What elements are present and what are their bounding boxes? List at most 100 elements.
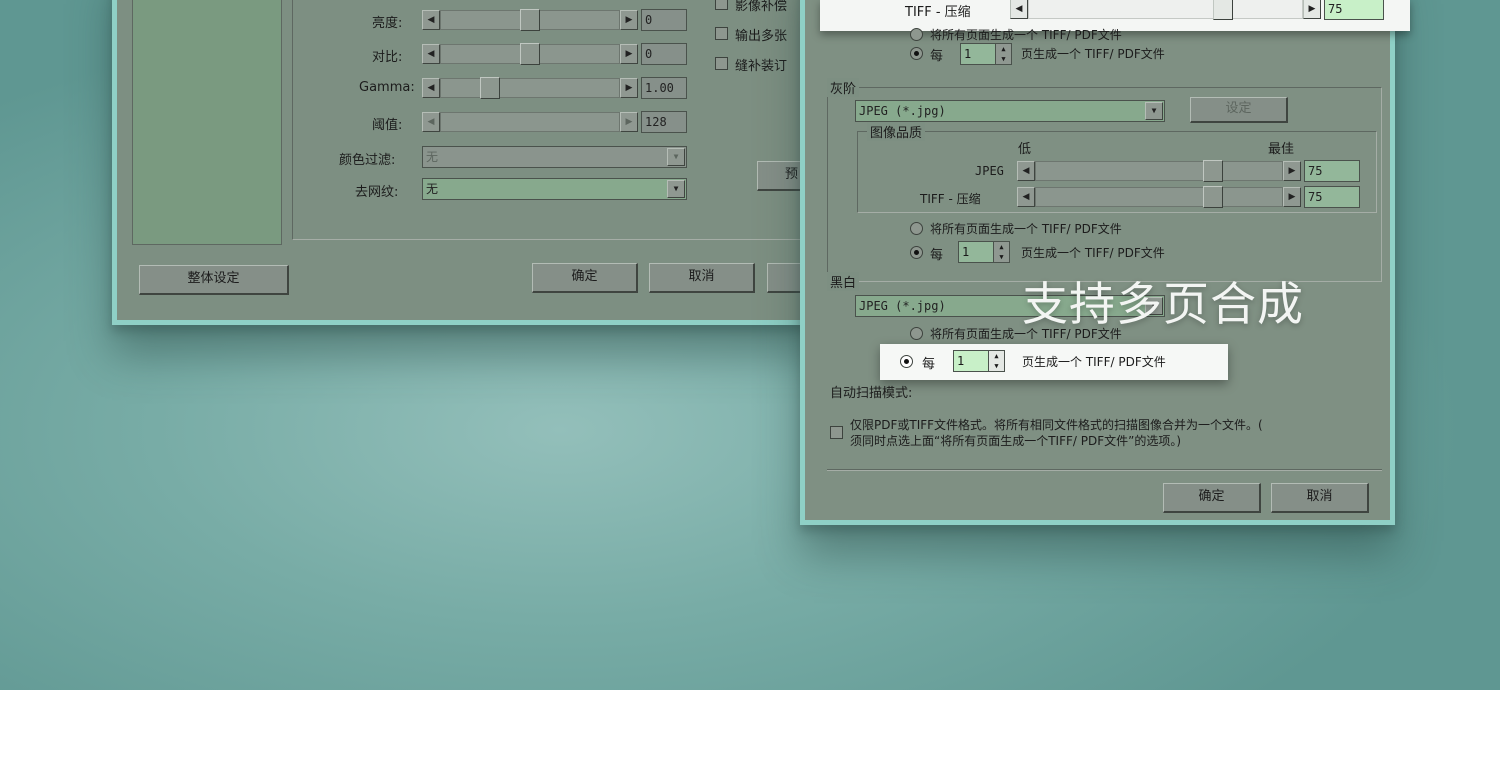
- descreen-select[interactable]: 无 ▼: [422, 178, 687, 200]
- gamma-right-arrow[interactable]: ▶: [620, 78, 638, 98]
- quality-best-label: 最佳: [1268, 142, 1295, 157]
- top-each-value: 1: [964, 47, 972, 61]
- top-radio-each-prefix: 每: [930, 49, 944, 64]
- gray-each-value: 1: [962, 245, 970, 259]
- color-filter-select[interactable]: 无 ▼: [422, 146, 687, 168]
- descreen-value: 无: [426, 182, 439, 196]
- chevron-down-icon: ▼: [667, 180, 685, 198]
- gray-jpeg-label: JPEG: [975, 164, 1004, 178]
- gray-radio-all[interactable]: [910, 222, 923, 235]
- top-tiff-value[interactable]: 75: [1324, 0, 1384, 20]
- top-radio-each-suffix: 页生成一个 TIFF/ PDF文件: [1021, 47, 1165, 61]
- gray-radio-each-prefix: 每: [930, 248, 944, 263]
- threshold-label: 阈值:: [372, 118, 403, 133]
- brightness-right-arrow[interactable]: ▶: [620, 10, 638, 30]
- contrast-label: 对比:: [372, 50, 403, 65]
- divider: [827, 469, 1382, 471]
- top-radio-all-label: 将所有页面生成一个 TIFF/ PDF文件: [930, 28, 1122, 42]
- gray-radio-each[interactable]: [910, 246, 923, 259]
- brightness-left-arrow[interactable]: ◀: [422, 10, 440, 30]
- overall-settings-button[interactable]: 整体设定: [139, 265, 289, 295]
- gray-format-value: JPEG (*.jpg): [859, 104, 946, 118]
- spinner-arrows-icon: ▲ ▼: [993, 242, 1009, 262]
- top-tiff-track[interactable]: [1028, 0, 1303, 19]
- top-tiff-right-arrow[interactable]: ▶: [1303, 0, 1321, 19]
- gray-tiff-label: TIFF - 压缩: [920, 192, 981, 206]
- contrast-right-arrow[interactable]: ▶: [620, 44, 638, 64]
- feature-caption: 支持多页合成: [1022, 277, 1304, 331]
- spinner-arrows-icon: ▲ ▼: [995, 44, 1011, 64]
- contrast-left-arrow[interactable]: ◀: [422, 44, 440, 64]
- gray-radio-each-suffix: 页生成一个 TIFF/ PDF文件: [1021, 246, 1165, 260]
- gamma-left-arrow[interactable]: ◀: [422, 78, 440, 98]
- brightness-value[interactable]: 0: [641, 9, 687, 31]
- top-radio-all[interactable]: [910, 28, 923, 41]
- ok-button[interactable]: 确定: [1163, 483, 1261, 513]
- chevron-down-icon: ▼: [667, 148, 685, 166]
- gray-jpeg-right-arrow[interactable]: ▶: [1283, 161, 1301, 181]
- threshold-track[interactable]: [440, 112, 620, 132]
- bw-format-value: JPEG (*.jpg): [859, 299, 946, 313]
- ok-button[interactable]: 确定: [532, 263, 638, 293]
- top-radio-each[interactable]: [910, 47, 923, 60]
- bottom-white-band: [0, 690, 1500, 784]
- contrast-thumb[interactable]: [520, 43, 540, 65]
- gray-format-select[interactable]: JPEG (*.jpg) ▼: [855, 100, 1165, 122]
- top-tiff-label: TIFF - 压缩: [905, 5, 971, 20]
- gamma-value[interactable]: 1.00: [641, 77, 687, 99]
- quality-title: 图像品质: [867, 122, 926, 141]
- bw-each-value: 1: [957, 354, 965, 368]
- brightness-label: 亮度:: [372, 16, 403, 31]
- image-settings-dialog: 亮度: ◀ ▶ 0 对比: ◀ ▶ 0 Gamma: ◀ ▶ 1.00 阈值: …: [112, 0, 832, 325]
- file-format-dialog: TIFF - 压缩 ◀ ▶ 75 将所有页面生成一个 TIFF/ PDF文件 每…: [800, 0, 1410, 525]
- auto-mode-label: 自动扫描模式:: [830, 386, 913, 401]
- stitch-binding-label: 缝补装订: [735, 59, 788, 74]
- gamma-track[interactable]: [440, 78, 620, 98]
- gray-tiff-left-arrow[interactable]: ◀: [1017, 187, 1035, 207]
- spinner-arrows-icon: ▲ ▼: [988, 351, 1004, 371]
- auto-merge-line1: 仅限PDF或TIFF文件格式。将所有相同文件格式的扫描图像合并为一个文件。(: [850, 418, 1263, 432]
- bw-radio-each[interactable]: [900, 355, 913, 368]
- compensation-checkbox[interactable]: [715, 0, 728, 10]
- gray-tiff-right-arrow[interactable]: ▶: [1283, 187, 1301, 207]
- threshold-left-arrow[interactable]: ◀: [422, 112, 440, 132]
- gray-each-spinner[interactable]: 1 ▲ ▼: [958, 241, 1010, 263]
- gray-jpeg-value[interactable]: 75: [1304, 160, 1360, 182]
- bw-radio-each-prefix: 每: [922, 357, 936, 372]
- color-filter-label: 颜色过滤:: [339, 153, 396, 168]
- gray-tiff-value[interactable]: 75: [1304, 186, 1360, 208]
- cancel-button[interactable]: 取消: [649, 263, 755, 293]
- threshold-value[interactable]: 128: [641, 111, 687, 133]
- gamma-thumb[interactable]: [480, 77, 500, 99]
- descreen-label: 去网纹:: [355, 185, 399, 200]
- gray-tiff-track[interactable]: [1035, 187, 1283, 207]
- top-tiff-thumb[interactable]: [1213, 0, 1233, 20]
- auto-merge-line2: 须同时点选上面“将所有页面生成一个TIFF/ PDF文件”的选项。): [850, 434, 1182, 448]
- contrast-value[interactable]: 0: [641, 43, 687, 65]
- quality-low-label: 低: [1018, 142, 1032, 157]
- gray-jpeg-thumb[interactable]: [1203, 160, 1223, 182]
- gamma-label: Gamma:: [359, 80, 415, 95]
- gray-jpeg-track[interactable]: [1035, 161, 1283, 181]
- top-each-spinner[interactable]: 1 ▲ ▼: [960, 43, 1012, 65]
- left-preview-panel: [132, 0, 282, 245]
- bw-each-spinner[interactable]: 1 ▲ ▼: [953, 350, 1005, 372]
- bw-title: 黑白: [827, 272, 860, 291]
- bw-radio-all[interactable]: [910, 327, 923, 340]
- gray-title: 灰阶: [827, 78, 860, 97]
- stitch-binding-checkbox[interactable]: [715, 57, 728, 70]
- top-tiff-left-arrow[interactable]: ◀: [1010, 0, 1028, 19]
- brightness-thumb[interactable]: [520, 9, 540, 31]
- auto-merge-checkbox[interactable]: [830, 426, 843, 439]
- compensation-label: 影像补偿: [735, 0, 788, 14]
- gray-jpeg-left-arrow[interactable]: ◀: [1017, 161, 1035, 181]
- gray-tiff-thumb[interactable]: [1203, 186, 1223, 208]
- cancel-button[interactable]: 取消: [1271, 483, 1369, 513]
- multi-output-checkbox[interactable]: [715, 27, 728, 40]
- color-filter-value: 无: [426, 150, 439, 164]
- multi-output-label: 输出多张: [735, 29, 788, 44]
- gray-settings-button[interactable]: 设定: [1190, 97, 1288, 123]
- bw-radio-each-suffix: 页生成一个 TIFF/ PDF文件: [1022, 355, 1166, 369]
- threshold-right-arrow[interactable]: ▶: [620, 112, 638, 132]
- bw-each-highlight: 每 1 ▲ ▼ 页生成一个 TIFF/ PDF文件: [880, 344, 1228, 380]
